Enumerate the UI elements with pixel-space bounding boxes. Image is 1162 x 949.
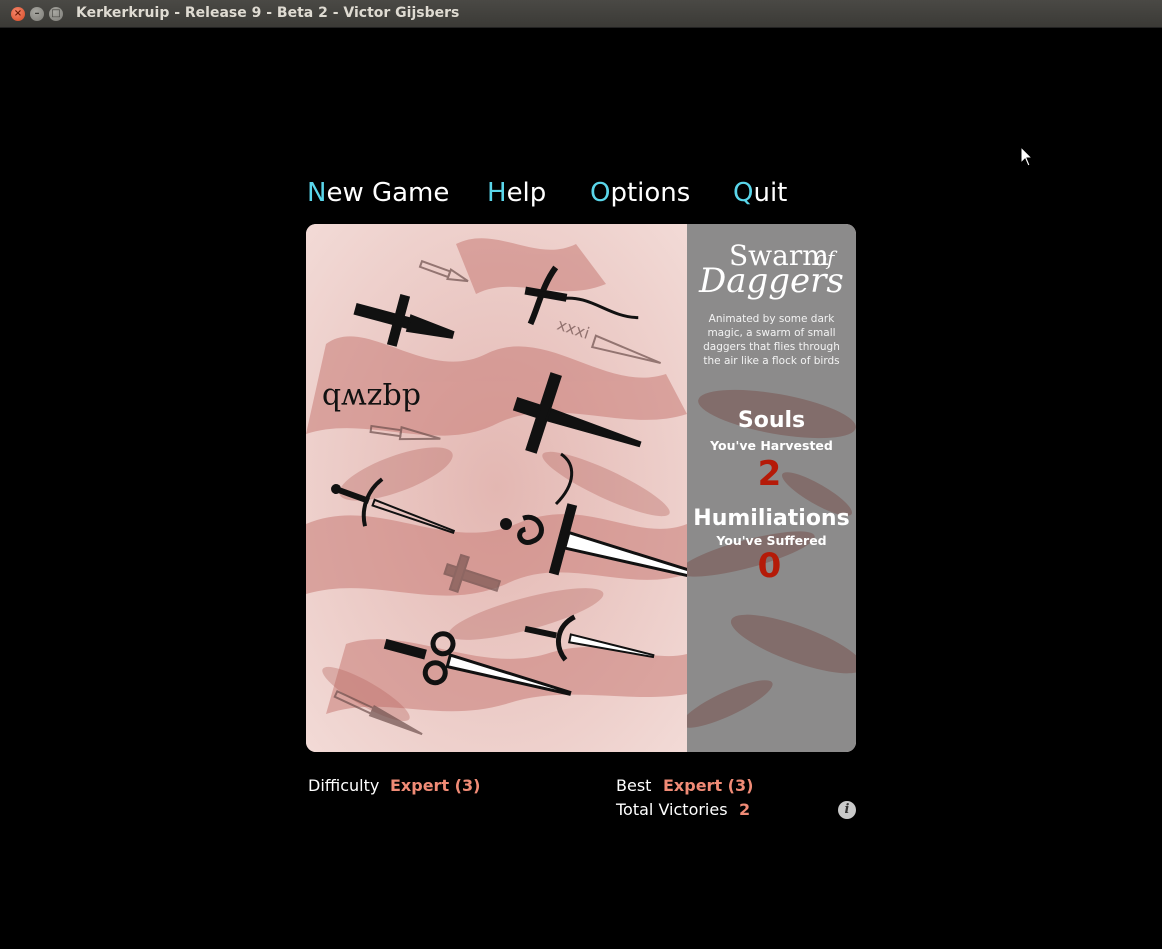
menu-options-label: ptions xyxy=(610,178,691,208)
menu-options-hotkey: O xyxy=(590,178,611,208)
difficulty-label: Difficulty xyxy=(308,776,380,795)
menu-help[interactable]: Help xyxy=(487,178,546,208)
menu-new-game-hotkey: N xyxy=(307,178,327,208)
mouse-cursor-icon xyxy=(1020,146,1034,167)
menu-new-game[interactable]: New Game xyxy=(307,178,449,208)
souls-subheading: You've Harvested xyxy=(710,438,833,453)
menu-options[interactable]: Options xyxy=(590,178,690,208)
humiliations-heading: Humiliations xyxy=(693,506,850,531)
menu-help-hotkey: H xyxy=(487,178,507,208)
menu-quit-label: uit xyxy=(753,178,788,208)
difficulty-value[interactable]: Expert (3) xyxy=(390,776,480,795)
close-icon[interactable]: × xyxy=(11,7,25,21)
monster-description: Animated by some dark magic, a swarm of … xyxy=(703,313,840,367)
menu-quit-hotkey: Q xyxy=(733,178,754,208)
svg-text:dqzwb: dqzwb xyxy=(322,381,421,416)
maximize-icon[interactable]: □ xyxy=(49,7,63,21)
souls-value: 2 xyxy=(757,454,782,494)
monster-card: dqzwb xxxi Swarm of Daggers Animated by … xyxy=(306,224,856,752)
info-icon[interactable]: i xyxy=(838,801,856,819)
total-victories-value: 2 xyxy=(739,800,751,819)
monster-name-line2: Daggers xyxy=(699,261,844,301)
menu-quit[interactable]: Quit xyxy=(733,178,787,208)
best-value: Expert (3) xyxy=(663,776,754,795)
menu-help-label: elp xyxy=(506,178,547,208)
souls-heading: Souls xyxy=(737,408,806,433)
total-victories-label: Total Victories xyxy=(616,800,728,819)
menu-new-game-label: ew Game xyxy=(326,178,450,208)
best-label: Best xyxy=(616,776,652,795)
dagger-swarm-artwork: dqzwb xxxi xyxy=(306,224,687,752)
window-title: Kerkerkruip - Release 9 - Beta 2 - Victo… xyxy=(76,5,460,21)
humiliations-value: 0 xyxy=(757,546,782,586)
monster-info-panel: Swarm of Daggers Animated by some dark m… xyxy=(687,224,856,752)
window-titlebar: × – □ Kerkerkruip - Release 9 - Beta 2 -… xyxy=(0,0,1162,28)
minimize-icon[interactable]: – xyxy=(30,7,44,21)
